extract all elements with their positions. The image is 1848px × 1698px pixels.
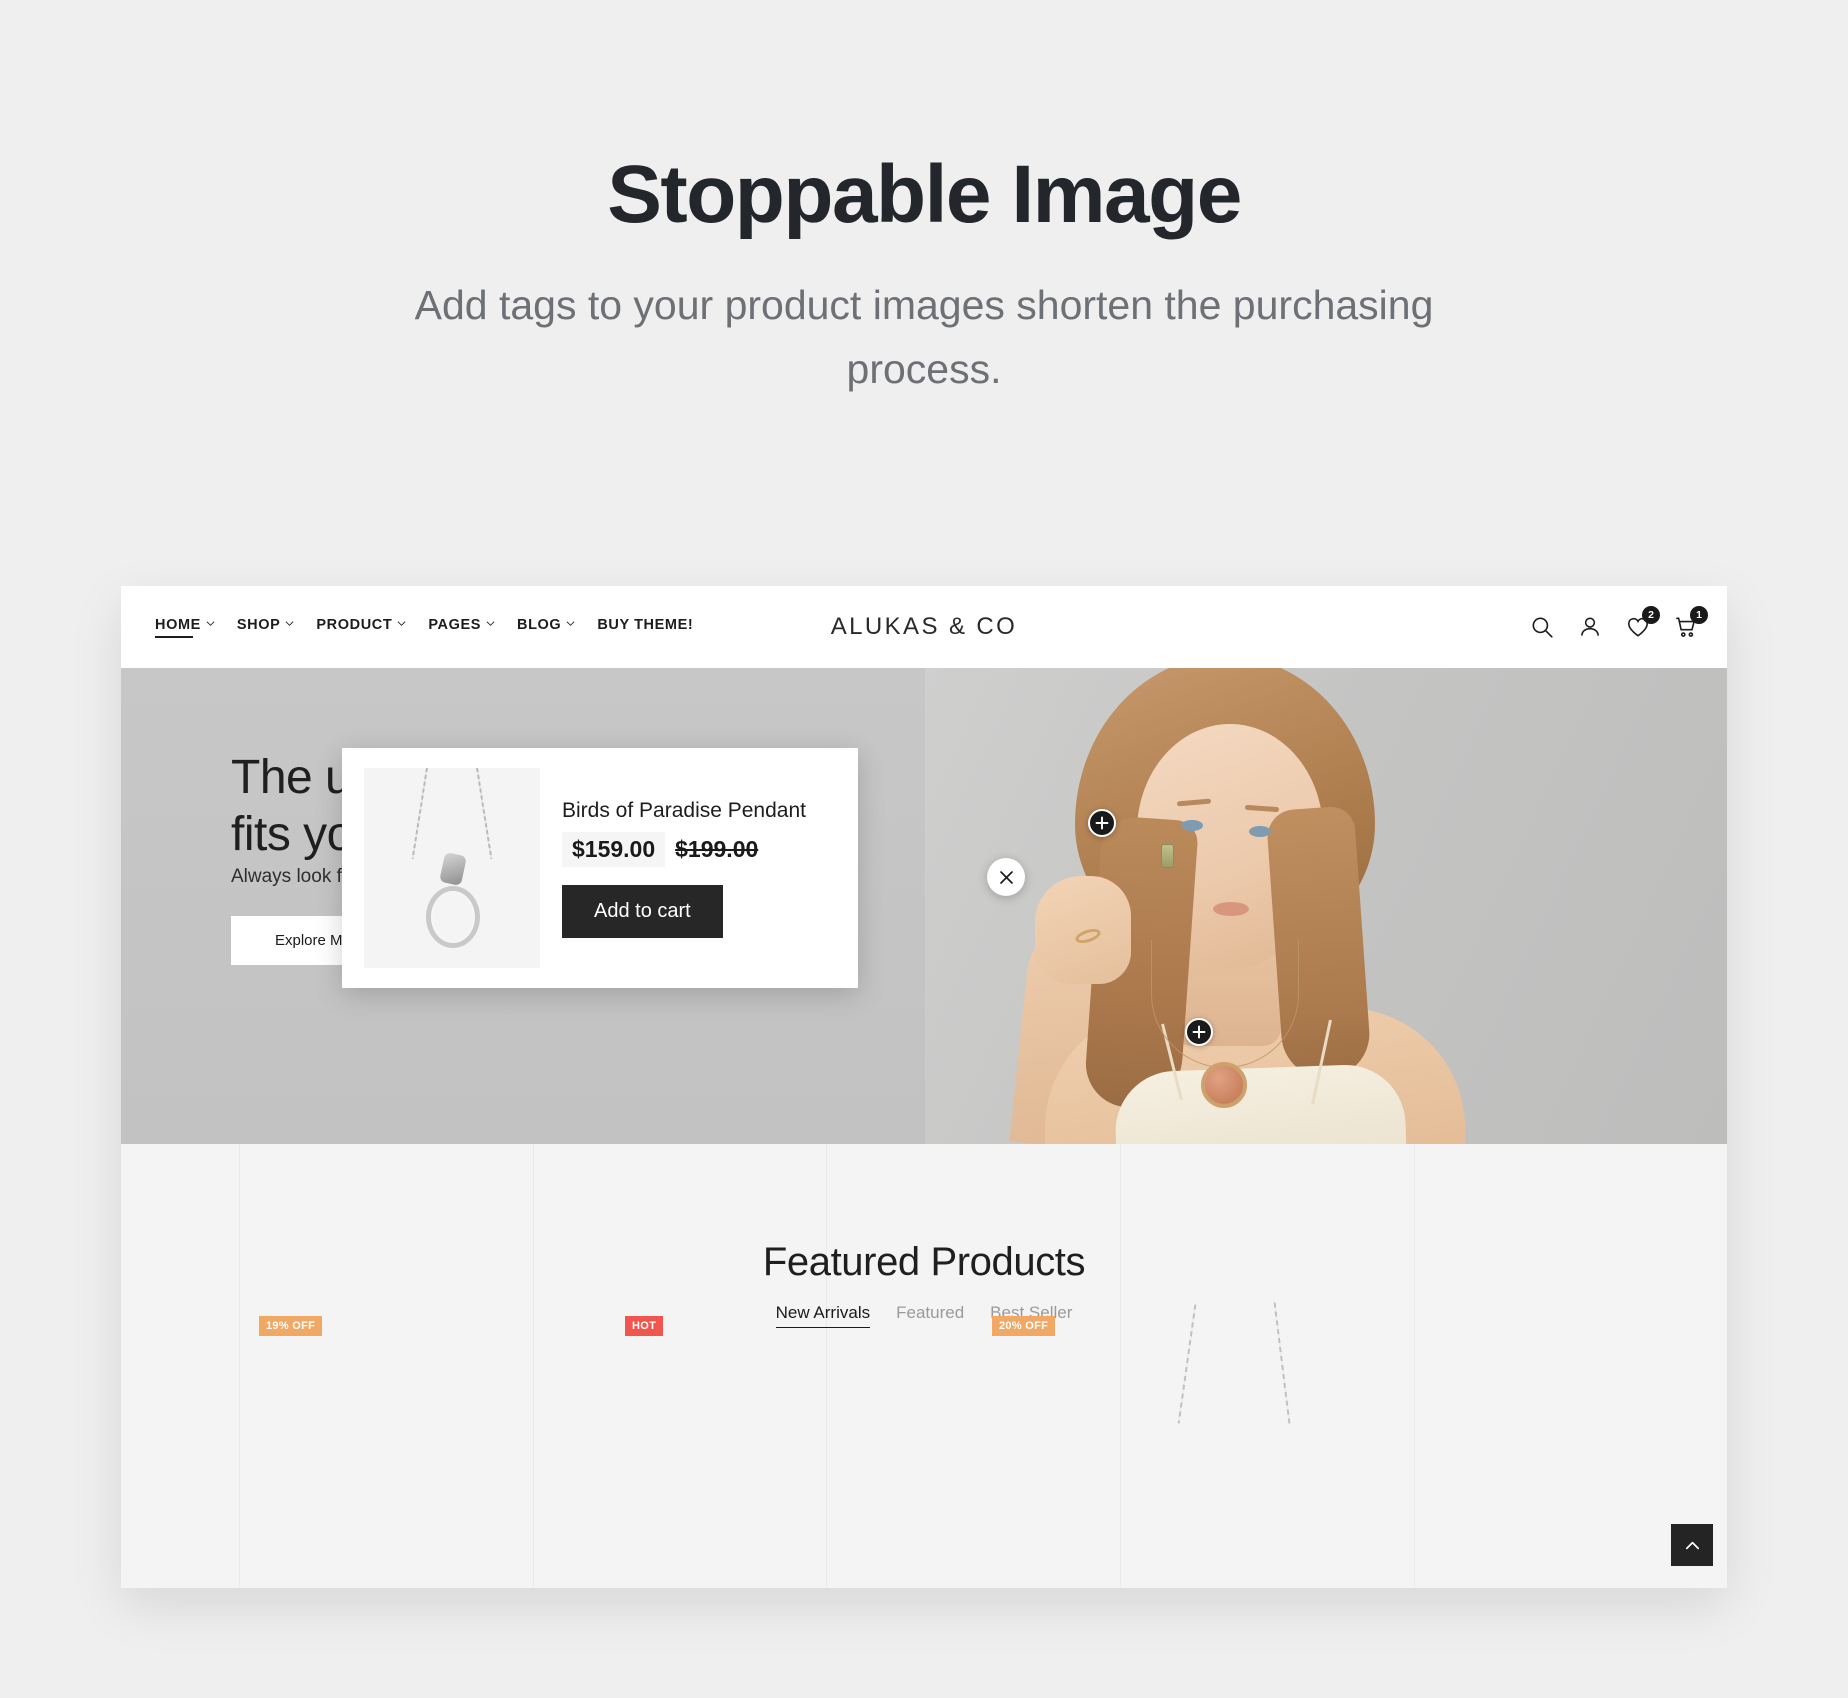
thumbnail-ring (426, 886, 480, 948)
hero-heading: The u fits yo (231, 751, 353, 861)
product-info: Birds of Paradise Pendant $159.00 $199.0… (562, 798, 832, 939)
product-popup-card: Birds of Paradise Pendant $159.00 $199.0… (342, 748, 858, 988)
site-logo[interactable]: ALUKAS & CO (831, 613, 1017, 641)
product-prices: $159.00 $199.00 (562, 832, 832, 868)
product-price-original: $199.00 (675, 836, 759, 863)
cart-icon[interactable]: 1 (1673, 606, 1708, 640)
close-popup-button[interactable] (987, 858, 1025, 896)
plus-icon (1192, 1025, 1206, 1039)
tab-featured[interactable]: Featured (896, 1303, 964, 1328)
nav-item-blog[interactable]: BLOG (517, 617, 575, 638)
page-subtitle: Add tags to your product images shorten … (414, 282, 1434, 392)
hero-model-image (925, 668, 1727, 1144)
nav-label: PAGES (428, 616, 482, 633)
nav-label: SHOP (236, 616, 281, 633)
nav-label: BUY THEME! (597, 616, 694, 633)
page-root: Stoppable Image Add tags to your product… (0, 0, 1848, 1698)
chevron-down-icon (397, 619, 406, 628)
chevron-down-icon (486, 619, 495, 628)
featured-title: Featured Products (762, 1240, 1086, 1284)
nav-label: BLOG (517, 616, 562, 633)
thumbnail-chain-left (411, 768, 428, 860)
product-badge-hot: HOT (625, 1316, 664, 1336)
nav-item-pages[interactable]: PAGES (428, 617, 495, 638)
plus-icon (1095, 816, 1109, 830)
thumbnail-chain-right (476, 768, 493, 860)
model-hand (1035, 876, 1131, 984)
product-thumbnail[interactable] (364, 768, 540, 968)
chevron-down-icon (206, 619, 215, 628)
product-badge-discount-2: 20% OFF (992, 1316, 1056, 1336)
promo-block: Stoppable Image Add tags to your product… (0, 149, 1848, 401)
featured-tabs: New Arrivals Featured Best Seller (121, 1303, 1727, 1328)
main-navigation: HOME SHOP PRODUCT PAGES BLOG BUY THEME! (155, 617, 693, 638)
close-icon (999, 870, 1013, 884)
account-icon[interactable] (1577, 614, 1603, 640)
model-eye-left (1181, 820, 1203, 831)
featured-products-section: Featured Products New Arrivals Featured … (121, 1144, 1727, 1588)
nav-item-buy-theme[interactable]: BUY THEME! (597, 617, 693, 638)
nav-label: PRODUCT (316, 616, 393, 633)
product-price-current: $159.00 (562, 832, 666, 868)
tab-new-arrivals[interactable]: New Arrivals (775, 1303, 871, 1328)
model-illustration (925, 668, 1727, 1144)
scroll-to-top-button[interactable] (1671, 1524, 1713, 1566)
website-mockup: HOME SHOP PRODUCT PAGES BLOG BUY THEME! … (121, 586, 1727, 1588)
product-badge-discount-1: 19% OFF (259, 1316, 323, 1336)
model-necklace-pendant (1201, 1062, 1247, 1108)
hotspot-necklace[interactable] (1185, 1018, 1213, 1046)
model-eye-right (1249, 826, 1271, 837)
add-to-cart-button[interactable]: Add to cart (562, 885, 723, 939)
wishlist-heart-icon[interactable]: 2 (1625, 606, 1660, 640)
site-header: HOME SHOP PRODUCT PAGES BLOG BUY THEME! … (121, 586, 1727, 668)
chevron-down-icon (566, 619, 575, 628)
model-lips (1213, 902, 1249, 916)
product-title[interactable]: Birds of Paradise Pendant (562, 798, 832, 825)
page-title: Stoppable Image (607, 149, 1242, 240)
nav-item-product[interactable]: PRODUCT (316, 617, 406, 638)
thumbnail-knot (439, 852, 467, 886)
hero-section: The u fits yo Always look for Explore Mo… (121, 668, 1727, 1144)
nav-label: HOME (155, 616, 201, 633)
cart-badge: 1 (1690, 606, 1708, 624)
hotspot-earring[interactable] (1088, 809, 1116, 837)
search-icon[interactable] (1529, 614, 1555, 640)
model-earring (1161, 844, 1174, 868)
chevron-down-icon (285, 619, 294, 628)
hero-paragraph: Always look for (231, 866, 359, 887)
header-icons: 2 1 (1529, 606, 1708, 640)
model-dress (1113, 1062, 1407, 1144)
wishlist-badge: 2 (1642, 606, 1660, 624)
chevron-up-icon (1685, 1541, 1699, 1549)
nav-item-shop[interactable]: SHOP (237, 617, 295, 638)
nav-item-home[interactable]: HOME (155, 617, 215, 638)
